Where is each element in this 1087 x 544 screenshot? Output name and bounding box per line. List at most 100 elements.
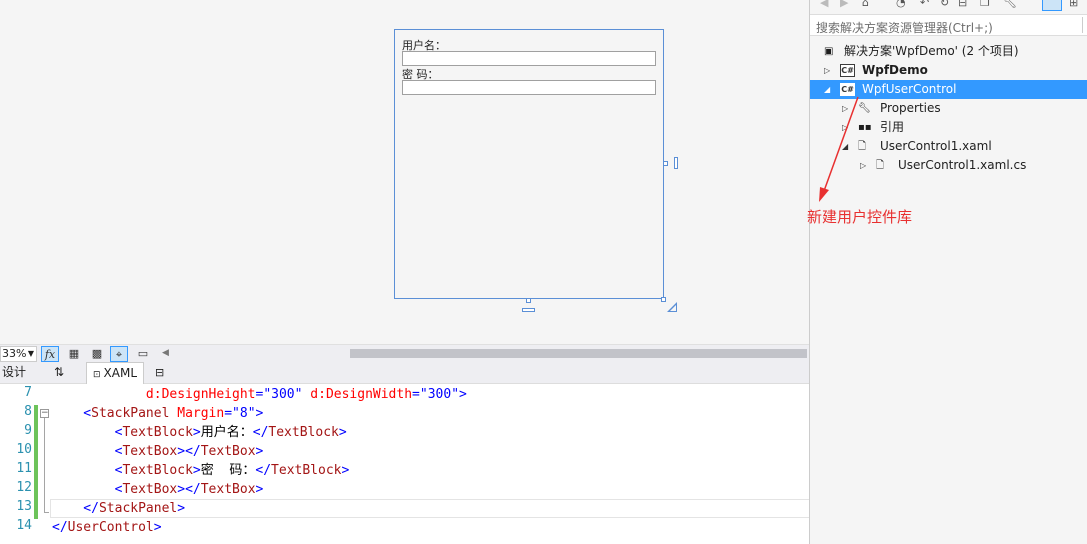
code-token-delim: =" — [224, 406, 240, 421]
line-number: 8 — [24, 404, 32, 419]
solution-explorer-search[interactable]: 搜索解决方案资源管理器(Ctrl+;) — [810, 14, 1087, 36]
tree-item-label: WpfUserControl — [862, 82, 957, 96]
collapse-pane-button[interactable]: ⊟ — [155, 362, 164, 384]
grid-icon: ▦ — [68, 347, 80, 360]
csharp-project-icon: C# — [840, 64, 855, 77]
swap-panes-button[interactable]: ⇅ — [54, 362, 64, 384]
back-icon[interactable]: ◀ — [820, 0, 828, 9]
code-token-tag: TextBlock — [271, 463, 342, 478]
password-textbox-preview[interactable] — [402, 80, 656, 95]
line-number: 11 — [16, 461, 32, 476]
horizontal-scroll-thumb[interactable] — [350, 349, 807, 358]
tab-design[interactable]: 设计 — [2, 362, 26, 384]
class-view-icon[interactable]: ⊞ — [1069, 0, 1078, 9]
line-number: 12 — [16, 480, 32, 495]
code-token-delim: ></ — [177, 482, 201, 497]
code-token-delim: < — [52, 425, 123, 440]
code-token-delim: > — [153, 520, 162, 535]
tab-xaml[interactable]: ⊡ XAML — [86, 362, 145, 384]
tree-item[interactable]: ▷ C# WpfDemo — [810, 61, 1087, 80]
tree-item-label: UserControl1.xaml — [880, 139, 992, 153]
properties-wrench-icon[interactable]: 🔧︎ — [1003, 0, 1017, 9]
expand-arrow-icon[interactable]: ▷ — [824, 61, 830, 80]
code-token-tag: StackPanel — [91, 406, 170, 421]
pane-icon: ⊟ — [155, 366, 165, 379]
solution-explorer-panel: ◀ ▶ ⌂ ◔ ↶ ↻ ⊟ ❐ 🔧︎ ⊞ 搜索解决方案资源管理器(Ctrl+;)… — [809, 0, 1087, 544]
corner-size-grip-icon[interactable] — [667, 302, 677, 312]
annotations-button[interactable]: ▭ — [134, 346, 152, 362]
zoom-dropdown[interactable]: 33% ▼ — [0, 346, 37, 362]
tree-item-label: 解决方案'WpfDemo' (2 个项目) — [844, 44, 1019, 58]
code-token-delim: > — [255, 444, 264, 459]
formula-fx-button[interactable]: fx — [41, 346, 59, 362]
line-number: 14 — [16, 518, 32, 533]
code-line[interactable]: <TextBox></TextBox> — [52, 480, 264, 499]
undo-icon[interactable]: ↶ — [920, 0, 929, 9]
solution-icon: ▣ — [824, 46, 834, 57]
code-token-text: 用户名： — [200, 425, 253, 440]
home-icon[interactable]: ⌂ — [862, 0, 869, 9]
code-token-delim: </ — [252, 425, 269, 440]
search-dropdown-icon[interactable] — [1082, 17, 1087, 33]
line-number: 9 — [24, 423, 32, 438]
user-control-artboard[interactable]: 用户名： 密 码： — [394, 29, 664, 299]
collapse-all-icon[interactable]: ⊟ — [958, 0, 967, 9]
search-input-placeholder[interactable]: 搜索解决方案资源管理器(Ctrl+;) — [816, 19, 993, 36]
right-size-grip[interactable] — [674, 157, 678, 169]
corner-resize-handle[interactable] — [661, 297, 666, 302]
xaml-tab-icon: ⊡ — [93, 370, 101, 380]
code-line[interactable]: <TextBox></TextBox> — [52, 442, 264, 461]
code-token-delim: > — [177, 501, 186, 516]
code-token-delim: > — [338, 425, 347, 440]
code-token-delim: "> — [451, 387, 467, 402]
copy-icon[interactable]: ❐ — [980, 0, 990, 9]
xaml-code-editor[interactable]: 7 8 9 10 11 12 13 14 − d:DesignHeight="300" d:D… — [0, 384, 809, 544]
grid-toggle-button[interactable]: ▦ — [65, 346, 83, 362]
code-token-delim: =" — [255, 387, 272, 402]
code-line[interactable]: <StackPanel Margin="8"> — [52, 404, 263, 423]
username-textbox-preview[interactable] — [402, 51, 656, 66]
refresh-icon[interactable]: ↻ — [940, 0, 949, 9]
tree-item-label: WpfDemo — [862, 63, 928, 77]
forward-icon[interactable]: ▶ — [840, 0, 848, 9]
code-line[interactable]: <TextBlock>密 码：</TextBlock> — [52, 461, 350, 480]
bottom-size-grip[interactable] — [522, 308, 535, 312]
code-token-tag: TextBox — [122, 444, 178, 459]
designer-toolbar: 33% ▼ fx ▦ ▩ ⌖ ▭ ◀ — [0, 344, 809, 362]
code-token-delim: < — [52, 444, 123, 459]
zoom-value: 33% — [2, 347, 27, 360]
code-token-attr: d:DesignHeight — [52, 387, 256, 402]
collapse-region-icon[interactable]: − — [40, 409, 49, 418]
code-line[interactable]: d:DesignHeight="300" d:DesignWidth="300"… — [52, 385, 467, 404]
code-token-tag: TextBox — [122, 482, 178, 497]
code-token-delim: ></ — [177, 444, 201, 459]
preview-selected-icon[interactable] — [1042, 0, 1062, 11]
code-token-delim: </ — [255, 463, 272, 478]
tree-item[interactable]: ▣ 解决方案'WpfDemo' (2 个项目) — [810, 42, 1087, 61]
fold-guide-end — [44, 512, 49, 513]
design-xaml-split-tabs: 设计 ⇅ ⊡ XAML ⊟ — [0, 362, 809, 384]
bottom-resize-handle[interactable] — [526, 298, 531, 303]
code-token-tag: TextBlock — [122, 463, 193, 478]
checker-icon: ▩ — [91, 347, 103, 360]
code-token-tag: TextBlock — [122, 425, 193, 440]
line-number: 10 — [16, 442, 32, 457]
code-line[interactable]: </UserControl> — [52, 518, 162, 537]
code-token-delim: < — [52, 406, 92, 421]
horizontal-scrollbar[interactable] — [175, 349, 809, 358]
code-line[interactable]: </StackPanel> — [52, 499, 185, 518]
code-token-tag: TextBox — [200, 482, 256, 497]
code-token-val: 300 — [427, 387, 452, 402]
artboard-background-button[interactable]: ▩ — [88, 346, 106, 362]
scroll-left-arrow-icon[interactable]: ◀ — [162, 348, 169, 358]
annotation-arrow — [819, 96, 859, 202]
code-token-delim: > — [192, 425, 201, 440]
code-line[interactable]: <TextBlock>用户名：</TextBlock> — [52, 423, 347, 442]
xaml-designer-surface[interactable]: 用户名： 密 码： — [0, 0, 809, 344]
sync-icon[interactable]: ◔ — [896, 0, 906, 9]
code-token-delim: =" — [412, 387, 428, 402]
solution-explorer-toolbar: ◀ ▶ ⌂ ◔ ↶ ↻ ⊟ ❐ 🔧︎ ⊞ — [810, 0, 1087, 13]
right-resize-handle[interactable] — [663, 161, 668, 166]
snap-to-gridlines-button[interactable]: ⌖ — [110, 346, 128, 362]
line-number: 7 — [24, 385, 32, 400]
